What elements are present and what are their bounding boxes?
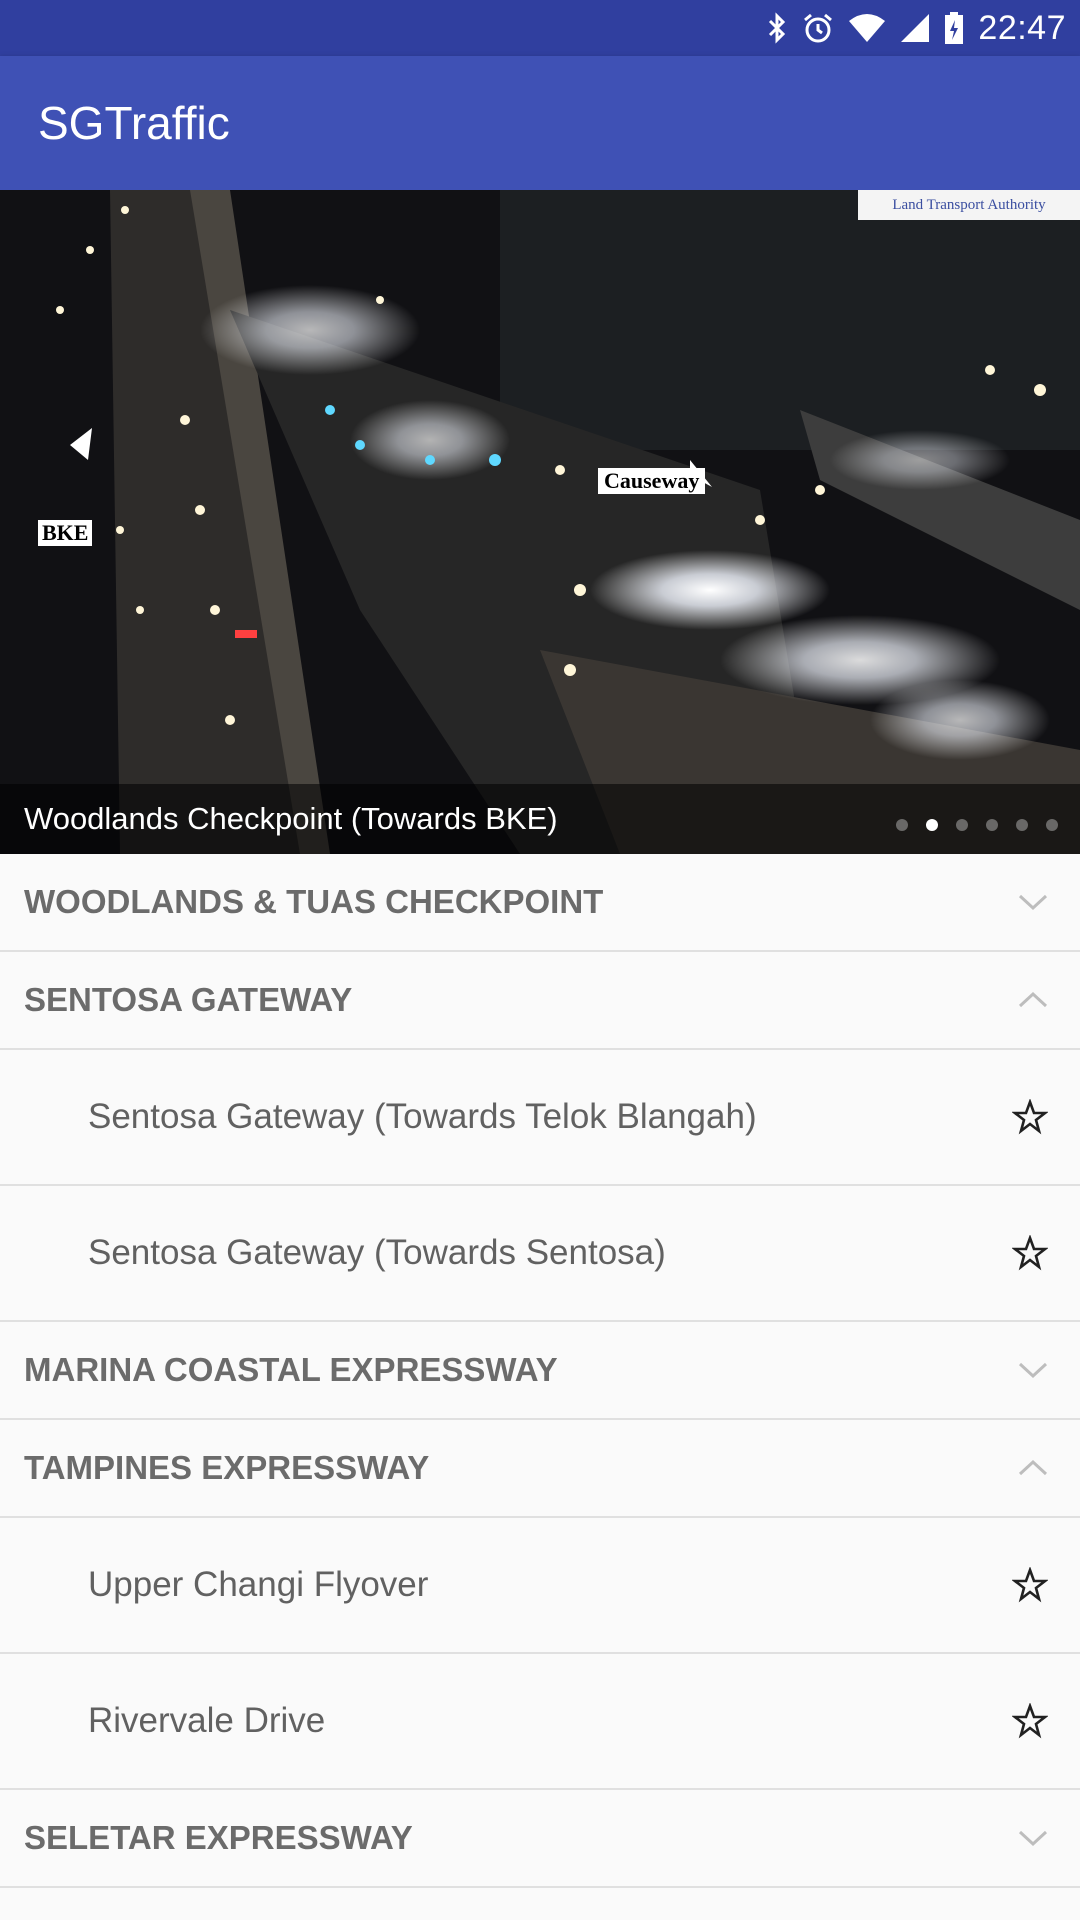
group-header[interactable]: WOODLANDS & TUAS CHECKPOINT bbox=[0, 854, 1080, 952]
chevron-down-icon bbox=[1018, 1829, 1048, 1847]
group-header[interactable]: MARINA COASTAL EXPRESSWAY bbox=[0, 1322, 1080, 1420]
group-header[interactable]: SELETAR EXPRESSWAY bbox=[0, 1790, 1080, 1888]
chevron-down-icon bbox=[1018, 1361, 1048, 1379]
star-outline-icon[interactable] bbox=[1011, 1702, 1049, 1739]
group-label: SELETAR EXPRESSWAY bbox=[24, 1819, 413, 1856]
signal-icon bbox=[901, 14, 930, 42]
lta-logo-text: Land Transport Authority bbox=[892, 196, 1046, 213]
page-indicator-dot bbox=[956, 819, 968, 831]
status-bar: 22:47 bbox=[0, 0, 1080, 56]
app-title: SGTraffic bbox=[38, 97, 230, 149]
page-indicator-dot bbox=[896, 819, 908, 831]
star-outline-icon[interactable] bbox=[1011, 1234, 1049, 1271]
alarm-icon bbox=[804, 13, 833, 43]
wifi-icon bbox=[849, 14, 886, 42]
causeway-sign: Causeway bbox=[598, 468, 706, 494]
page-indicator-dot bbox=[1046, 819, 1058, 831]
status-time: 22:47 bbox=[978, 8, 1066, 47]
star-outline-icon[interactable] bbox=[1011, 1098, 1049, 1135]
bluetooth-icon bbox=[769, 12, 786, 44]
chevron-up-icon bbox=[1018, 1459, 1048, 1477]
camera-name: Upper Changi Flyover bbox=[88, 1565, 429, 1604]
group-label: WOODLANDS & TUAS CHECKPOINT bbox=[24, 883, 604, 920]
group-header[interactable]: SENTOSA GATEWAY bbox=[0, 952, 1080, 1050]
camera-group-list: WOODLANDS & TUAS CHECKPOINT SENTOSA GATEW… bbox=[0, 854, 1080, 1888]
page-indicator-dot bbox=[926, 819, 938, 831]
camera-name: Rivervale Drive bbox=[88, 1701, 326, 1740]
camera-caption: Woodlands Checkpoint (Towards BKE) bbox=[24, 801, 558, 836]
bke-sign: BKE bbox=[38, 520, 93, 546]
page-indicator-dot bbox=[986, 819, 998, 831]
camera-list-item[interactable]: Sentosa Gateway (Towards Telok Blangah) bbox=[0, 1050, 1080, 1186]
page-indicator bbox=[896, 819, 1058, 831]
group-header[interactable]: TAMPINES EXPRESSWAY bbox=[0, 1420, 1080, 1518]
camera-list-item[interactable]: Upper Changi Flyover bbox=[0, 1518, 1080, 1654]
camera-list-item[interactable]: Rivervale Drive bbox=[0, 1654, 1080, 1790]
lta-logo: Land Transport Authority bbox=[858, 190, 1080, 220]
star-outline-icon[interactable] bbox=[1011, 1566, 1049, 1603]
chevron-down-icon bbox=[1018, 893, 1048, 911]
group-label: TAMPINES EXPRESSWAY bbox=[24, 1449, 430, 1486]
traffic-camera-image bbox=[0, 190, 1080, 854]
camera-list-item[interactable]: Sentosa Gateway (Towards Sentosa) bbox=[0, 1186, 1080, 1322]
camera-name: Sentosa Gateway (Towards Telok Blangah) bbox=[88, 1097, 757, 1136]
app-bar: SGTraffic bbox=[0, 56, 1080, 190]
battery-charging-icon bbox=[945, 12, 964, 44]
camera-name: Sentosa Gateway (Towards Sentosa) bbox=[88, 1233, 666, 1272]
chevron-up-icon bbox=[1018, 991, 1048, 1009]
camera-image-carousel[interactable]: Land Transport Authority BKE Causeway Wo… bbox=[0, 190, 1080, 854]
group-label: SENTOSA GATEWAY bbox=[24, 981, 353, 1018]
group-label: MARINA COASTAL EXPRESSWAY bbox=[24, 1351, 558, 1388]
page-indicator-dot bbox=[1016, 819, 1028, 831]
